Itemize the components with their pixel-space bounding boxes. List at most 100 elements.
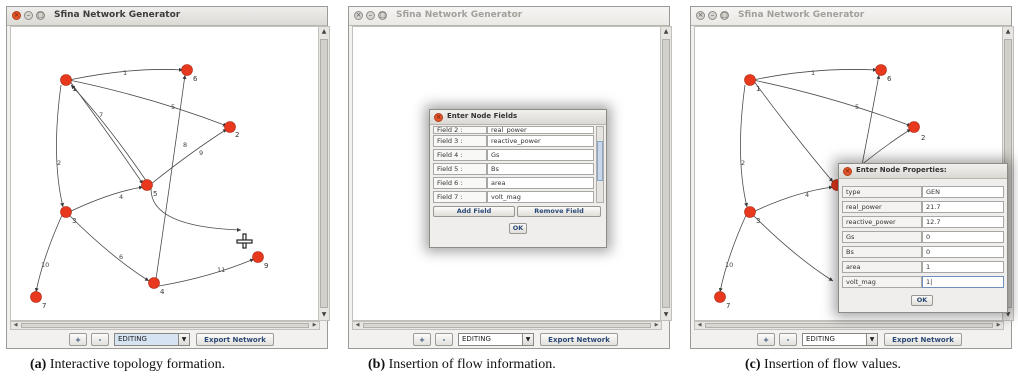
window-title: Sfina Network Generator [54, 10, 181, 20]
edge-label: 10 [41, 261, 49, 269]
property-value-input[interactable]: 0 [922, 246, 1004, 258]
scroll-thumb[interactable] [662, 39, 670, 308]
edge-5-1 [70, 84, 148, 183]
close-window-button[interactable]: × [12, 11, 21, 20]
property-value-input[interactable]: 1| [922, 276, 1004, 288]
maximize-window-button[interactable]: □ [720, 11, 729, 20]
node-6 [875, 64, 887, 76]
zoom-in-button[interactable]: + [413, 333, 431, 346]
export-network-button[interactable]: Export Network [884, 333, 962, 346]
ok-button[interactable]: OK [911, 295, 933, 306]
node-7 [714, 291, 726, 303]
export-network-button[interactable]: Export Network [196, 333, 274, 346]
edge-label: 8 [183, 141, 187, 149]
dialog-title: Enter Node Fields [447, 112, 518, 120]
zoom-in-button[interactable]: + [69, 333, 87, 346]
chevron-down-icon[interactable]: ▼ [866, 334, 877, 345]
scroll-right-icon[interactable]: ▶ [310, 322, 319, 329]
fields-scrollbar[interactable] [596, 126, 604, 203]
mode-select[interactable]: EDITING ▼ [802, 333, 878, 346]
scroll-right-icon[interactable]: ▶ [994, 322, 1003, 329]
scroll-thumb[interactable] [597, 141, 603, 181]
field-name-input[interactable]: Bs [487, 163, 594, 175]
close-dialog-button[interactable]: × [843, 167, 852, 176]
edge-label: 5 [855, 103, 859, 111]
node-label: 2 [921, 134, 925, 142]
edge-3-4 [752, 214, 834, 282]
node-4 [148, 277, 160, 289]
property-label: reactive_power [842, 216, 922, 228]
minimize-window-button[interactable]: – [366, 11, 375, 20]
zoom-out-button[interactable]: - [435, 333, 453, 346]
close-window-button[interactable]: × [354, 11, 363, 20]
scroll-left-icon[interactable]: ◀ [353, 322, 362, 329]
node-9 [252, 251, 264, 263]
edge-3-5 [68, 185, 144, 213]
property-value-input[interactable]: 21.7 [922, 201, 1004, 213]
graph-canvas[interactable]: 1 5 7 2 4 9 8 10 6 11 1 2 3 4 5 6 7 9 ▲ … [10, 26, 330, 321]
window-network-generator-a: × – □ Sfina Network Generator 1 5 7 2 4 … [6, 6, 330, 349]
field-name-input[interactable]: volt_mag [487, 191, 594, 203]
caption-tag: (c) [745, 357, 761, 372]
node-3 [60, 206, 72, 218]
field-label: Field 5 : [433, 163, 487, 175]
minimize-window-button[interactable]: – [24, 11, 33, 20]
chevron-down-icon[interactable]: ▼ [178, 334, 189, 345]
node-label: 7 [42, 302, 46, 310]
edge-3-7 [34, 212, 64, 293]
property-label: area [842, 261, 922, 273]
mode-select[interactable]: EDITING ▼ [458, 333, 534, 346]
vertical-scrollbar[interactable]: ▲ ▼ [660, 27, 671, 320]
scroll-left-icon[interactable]: ◀ [11, 322, 20, 329]
remove-field-button[interactable]: Remove Field [517, 206, 601, 217]
scroll-thumb[interactable] [705, 323, 993, 328]
node-1 [60, 74, 72, 86]
export-network-button[interactable]: Export Network [540, 333, 618, 346]
minimize-window-button[interactable]: – [708, 11, 717, 20]
zoom-out-button[interactable]: - [91, 333, 109, 346]
maximize-window-button[interactable]: □ [378, 11, 387, 20]
scroll-up-icon[interactable]: ▲ [319, 27, 329, 37]
property-value-input[interactable]: GEN [922, 186, 1004, 198]
node-label: 5 [153, 190, 157, 198]
scroll-down-icon[interactable]: ▼ [661, 310, 671, 320]
chevron-down-icon[interactable]: ▼ [522, 334, 533, 345]
close-window-button[interactable]: × [696, 11, 705, 20]
vertical-scrollbar[interactable]: ▲ ▼ [318, 27, 329, 320]
horizontal-scrollbar[interactable]: ◀ ▶ [352, 321, 662, 330]
zoom-out-button[interactable]: - [779, 333, 797, 346]
caption-text: Insertion of flow information. [388, 357, 556, 372]
mode-select[interactable]: EDITING ▼ [114, 333, 190, 346]
node-3 [744, 206, 756, 218]
property-value-input[interactable]: 1 [922, 261, 1004, 273]
close-dialog-button[interactable]: × [434, 113, 443, 122]
scroll-right-icon[interactable]: ▶ [652, 322, 661, 329]
scroll-up-icon[interactable]: ▲ [1003, 27, 1013, 37]
caption-b: (b) Insertion of flow information. [368, 357, 556, 373]
horizontal-scrollbar[interactable]: ◀ ▶ [10, 321, 320, 330]
scroll-thumb[interactable] [21, 323, 309, 328]
field-name-input[interactable]: reactive_power [487, 135, 594, 147]
scroll-up-icon[interactable]: ▲ [661, 27, 671, 37]
enter-node-fields-dialog: × Enter Node Fields Field 2 : real_power… [429, 109, 607, 248]
network-graph[interactable]: 1 5 7 2 4 9 8 10 6 11 1 2 3 4 5 6 7 9 [11, 27, 319, 320]
edge-1-3 [56, 84, 65, 208]
add-field-button[interactable]: Add Field [433, 206, 515, 217]
scroll-down-icon[interactable]: ▼ [319, 310, 329, 320]
scroll-thumb[interactable] [320, 39, 328, 308]
property-value-input[interactable]: 12.7 [922, 216, 1004, 228]
ok-button[interactable]: OK [509, 223, 527, 234]
scroll-left-icon[interactable]: ◀ [695, 322, 704, 329]
field-name-input[interactable]: Gs [487, 149, 594, 161]
field-name-input[interactable]: area [487, 177, 594, 189]
horizontal-scrollbar[interactable]: ◀ ▶ [694, 321, 1004, 330]
field-label: Field 6 : [433, 177, 487, 189]
property-value-input[interactable]: 0 [922, 231, 1004, 243]
edge-label: 4 [805, 191, 809, 199]
edge-3-7 [718, 212, 748, 293]
field-label: Field 3 : [433, 135, 487, 147]
scroll-thumb[interactable] [363, 323, 651, 328]
maximize-window-button[interactable]: □ [36, 11, 45, 20]
zoom-in-button[interactable]: + [757, 333, 775, 346]
field-name-input[interactable]: real_power [487, 126, 594, 134]
